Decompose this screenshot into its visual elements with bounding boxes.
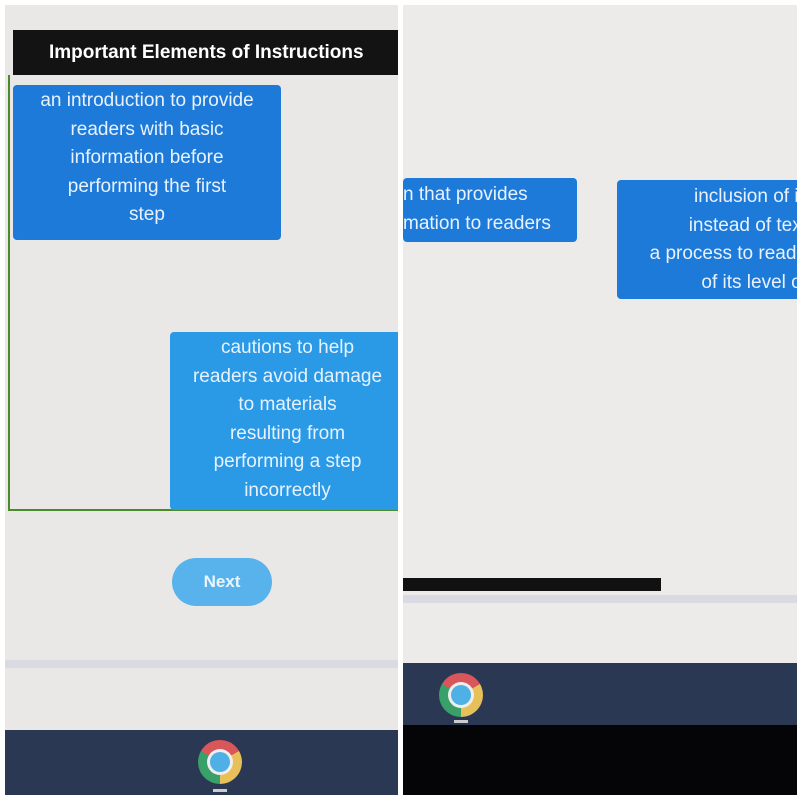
chrome-icon[interactable]	[198, 740, 242, 784]
card-line: readers with basic	[70, 118, 224, 140]
active-indicator	[213, 789, 227, 792]
answer-card-cautions[interactable]: cautions to help readers avoid damage to…	[170, 332, 398, 510]
divider	[403, 595, 797, 603]
card-line: performing the first	[67, 175, 227, 197]
card-line: step	[129, 204, 165, 225]
next-button[interactable]: Next	[172, 558, 272, 606]
card-line: n that provides	[403, 184, 528, 205]
card-line: inclusion of ill	[694, 186, 797, 207]
card-line: resulting from	[229, 422, 346, 444]
taskbar	[5, 730, 398, 795]
answer-card-information[interactable]: n that provides mation to readers	[403, 178, 577, 242]
card-line: to materials	[238, 394, 337, 415]
card-line: cautions to help	[220, 337, 355, 358]
card-line: instead of text	[688, 214, 797, 236]
chrome-icon[interactable]	[439, 673, 483, 717]
card-line: of its level of	[701, 271, 797, 293]
card-line: a process to reade	[649, 243, 797, 264]
title-bar-fragment	[403, 578, 661, 591]
card-line: incorrectly	[244, 479, 331, 501]
page-title: Important Elements of Instructions	[13, 30, 398, 75]
divider	[5, 660, 398, 668]
left-photo-panel: Important Elements of Instructions an in…	[5, 5, 398, 795]
answer-card-introduction[interactable]: an introduction to provide readers with …	[13, 85, 281, 240]
card-line: an introduction to provide	[40, 90, 254, 111]
taskbar	[403, 663, 797, 725]
screen-bezel	[403, 725, 797, 795]
card-line: mation to readers	[403, 212, 551, 234]
active-indicator	[454, 720, 468, 723]
right-photo-panel: n that provides mation to readers inclus…	[403, 5, 797, 795]
card-line: performing a step	[213, 451, 362, 472]
card-line: information before	[70, 147, 224, 168]
card-line: readers avoid damage	[192, 365, 383, 387]
answer-card-illustrations[interactable]: inclusion of ill instead of text a proce…	[617, 180, 797, 299]
